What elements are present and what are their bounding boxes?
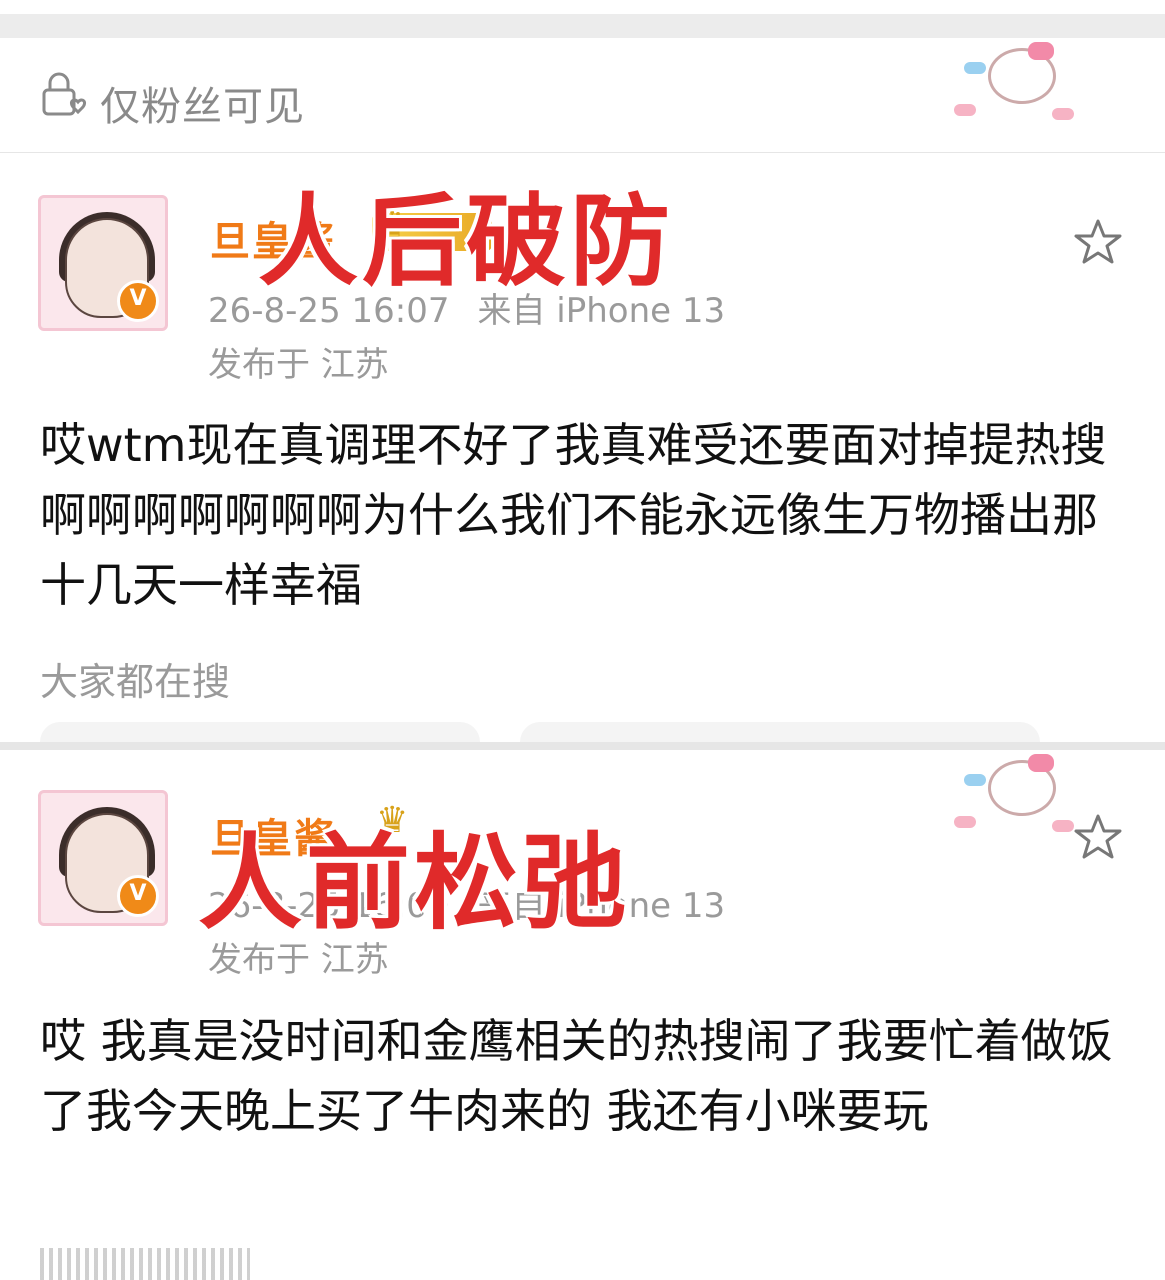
post-content: 哎 我真是没时间和金鹰相关的热搜闹了我要忙着做饭了我今天晚上买了牛肉来的 我还有… (40, 1014, 1113, 1138)
hot-search-chips (40, 722, 1140, 762)
avatar[interactable]: V (38, 790, 168, 926)
overlay-caption-bottom: 人前松弛 (198, 822, 631, 944)
hot-search-label: 大家都在搜 (40, 660, 231, 704)
post-divider (0, 742, 1165, 750)
avatar[interactable]: V (38, 195, 168, 331)
hot-search-label-partial (40, 1248, 250, 1280)
visibility-label: 仅粉丝可见 (100, 84, 305, 130)
verified-v-icon: V (117, 280, 159, 322)
lock-fans-icon (42, 72, 86, 116)
star-outline-icon[interactable] (1072, 812, 1124, 864)
visibility-row: 仅粉丝可见 (0, 38, 1165, 153)
star-outline-icon[interactable] (1072, 217, 1124, 269)
hello-kitty-sticker (948, 750, 1074, 840)
overlay-caption-top: 人后破防 (258, 183, 674, 300)
verified-v-icon: V (117, 875, 159, 917)
top-divider (0, 0, 1165, 38)
post-region: 发布于 江苏 (208, 345, 389, 385)
post-content: 哎wtm现在真调理不好了我真难受还要面对掉提热搜啊啊啊啊啊啊啊为什么我们不能永远… (40, 418, 1107, 612)
hello-kitty-sticker (948, 38, 1074, 128)
